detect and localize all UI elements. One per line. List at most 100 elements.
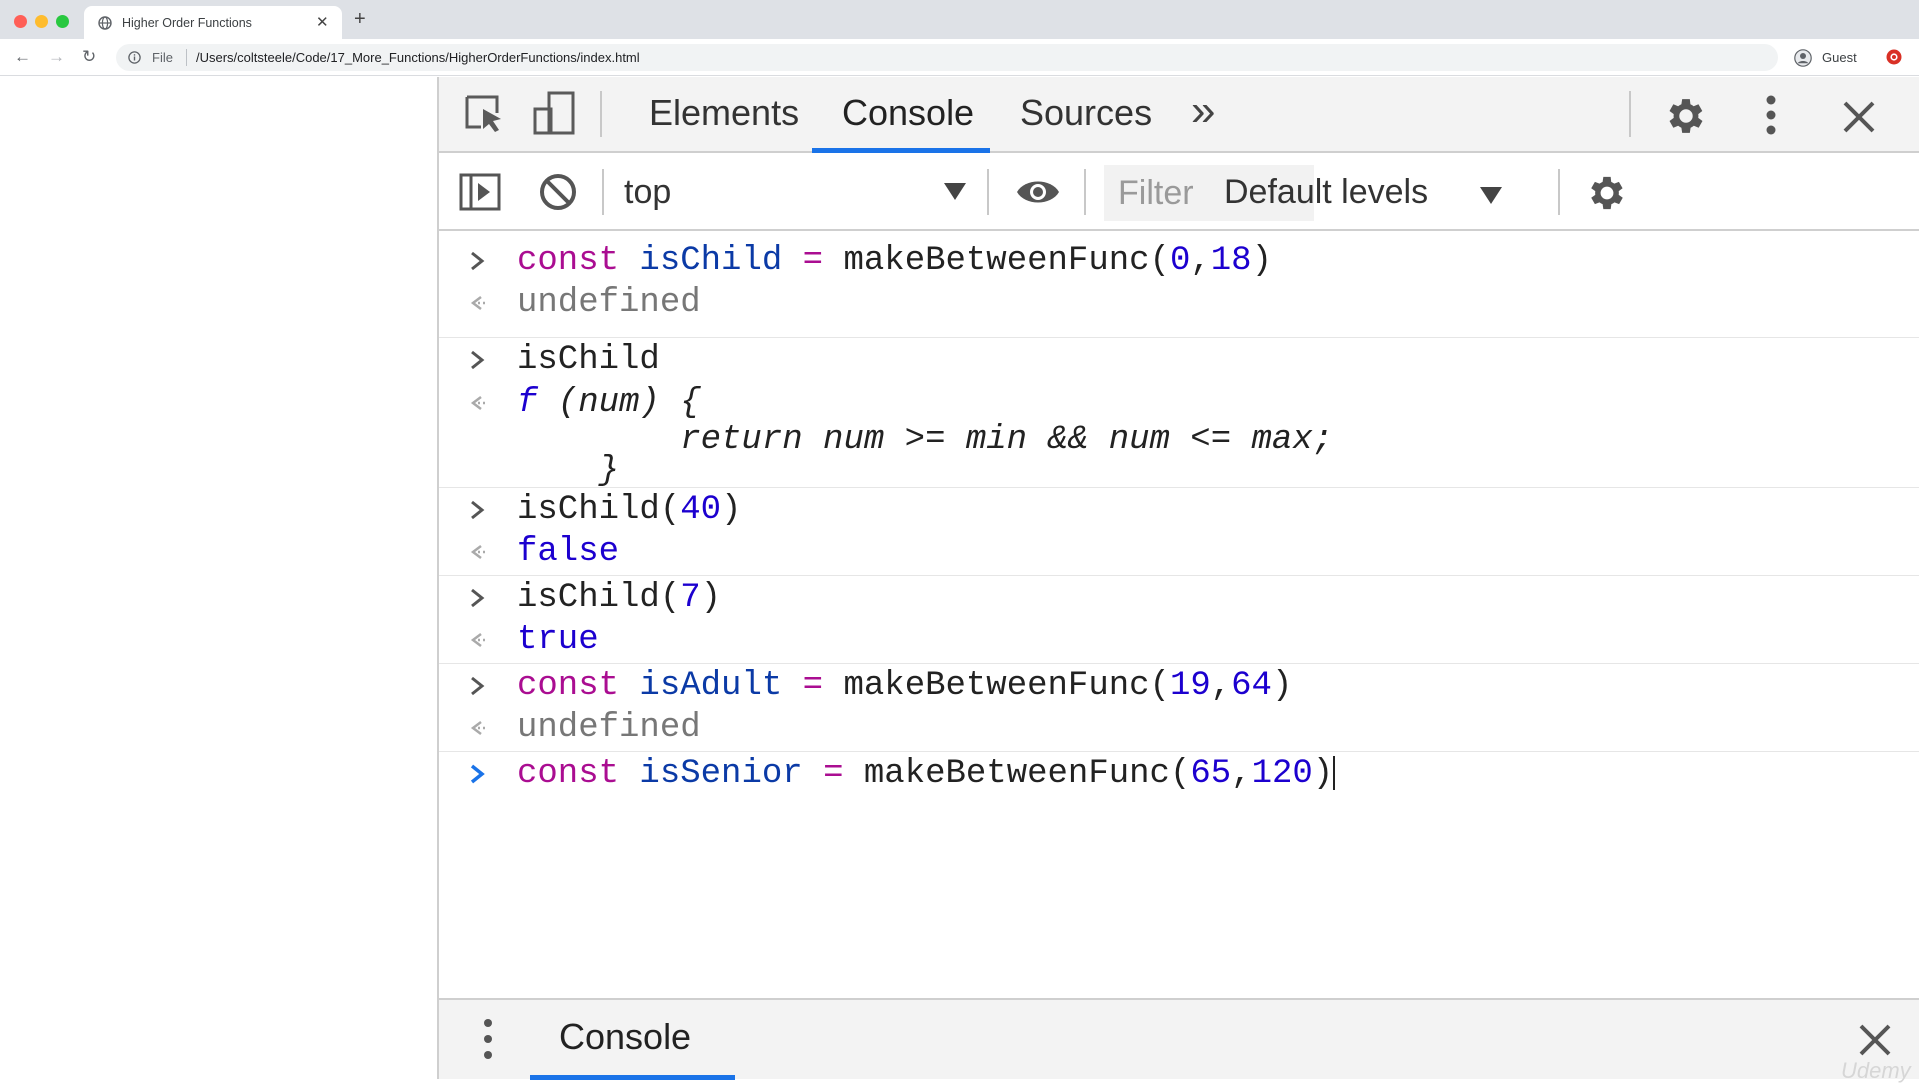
console-toolbar: top Default levels (439, 155, 1919, 231)
input-prompt-icon (471, 251, 485, 271)
code-operator: = (802, 242, 824, 280)
code-variable: isAdult (619, 667, 803, 705)
console-input-line: const isChild = makeBetweenFunc(0,18) (439, 240, 1919, 282)
address-url[interactable]: /Users/coltsteele/Code/17_More_Functions… (196, 50, 640, 65)
tab-sources[interactable]: Sources (1020, 91, 1152, 153)
code-keyword: const (517, 242, 620, 280)
code-punct: , (1210, 667, 1232, 705)
console-input-text: isChild (517, 341, 660, 379)
page-viewport (0, 77, 437, 1079)
code-operator: = (802, 667, 824, 705)
code-call: makeBetweenFunc( (843, 755, 1191, 793)
context-label: top (624, 173, 672, 211)
forward-button[interactable]: → (48, 45, 65, 69)
profile-button[interactable]: Guest (1788, 44, 1872, 71)
close-devtools-icon[interactable] (1841, 99, 1877, 135)
console-input-line: isChild(7) (439, 577, 1919, 619)
console-entry: isChild(40) false (439, 489, 1919, 576)
input-prompt-icon (471, 350, 485, 370)
watermark-text: Udemy (1841, 1058, 1911, 1083)
code-call: isChild( (517, 579, 681, 617)
console-input-line: isChild(40) (439, 489, 1919, 531)
address-scheme-label: File (152, 50, 173, 65)
toolbar-divider (1558, 169, 1560, 215)
extension-icon[interactable] (1886, 49, 1902, 65)
console-output-line: } (439, 450, 1919, 492)
console-output-line: false (439, 531, 1919, 573)
drawer-tab-console[interactable]: Console (559, 1016, 691, 1058)
more-options-icon[interactable] (1765, 95, 1777, 135)
input-prompt-icon (471, 500, 485, 520)
console-messages[interactable]: const isChild = makeBetweenFunc(0,18) un… (439, 233, 1919, 998)
more-tabs-icon[interactable]: » (1191, 89, 1215, 151)
code-punct: ) (700, 579, 722, 617)
code-number: 18 (1210, 242, 1252, 280)
devtools-tabbar: Elements Console Sources » (439, 77, 1919, 153)
person-icon (1794, 49, 1812, 67)
code-punct: ) (1251, 242, 1272, 280)
input-prompt-icon (471, 588, 485, 608)
function-marker: f (517, 384, 538, 422)
toolbar-divider (987, 169, 989, 215)
console-settings-gear-icon[interactable] (1585, 171, 1629, 215)
code-number: 120 (1251, 755, 1313, 793)
code-operator: = (823, 755, 844, 793)
inspect-element-icon[interactable] (463, 93, 505, 135)
function-signature: (num) { (537, 384, 701, 422)
output-arrow-icon (470, 721, 487, 735)
toolbar-divider (602, 169, 604, 215)
chevron-down-icon (944, 183, 966, 200)
info-icon[interactable] (128, 51, 141, 64)
clear-console-icon[interactable] (537, 171, 579, 213)
code-call: isChild( (517, 491, 681, 529)
reload-button[interactable]: ↻ (82, 45, 96, 69)
console-result: undefined (517, 284, 701, 322)
code-punct: , (1231, 755, 1252, 793)
code-punct: ) (1271, 667, 1293, 705)
back-button[interactable]: ← (14, 45, 31, 69)
code-punct: ) (721, 491, 742, 529)
new-tab-button[interactable]: + (354, 9, 366, 29)
console-editor-line[interactable]: const isSenior = makeBetweenFunc(65,120) (439, 753, 1919, 795)
console-result: false (517, 533, 620, 571)
globe-icon (98, 16, 112, 30)
maximize-window-button[interactable] (56, 15, 69, 28)
settings-gear-icon[interactable] (1663, 93, 1709, 139)
device-toolbar-icon[interactable] (531, 91, 577, 137)
drawer-menu-icon[interactable] (483, 1018, 493, 1060)
log-levels-label: Default levels (1224, 173, 1429, 211)
console-input-line: const isAdult = makeBetweenFunc(19,64) (439, 665, 1919, 707)
tab-close-icon[interactable]: ✕ (316, 13, 329, 31)
toggle-sidebar-icon[interactable] (459, 173, 501, 211)
console-output-line: undefined (439, 707, 1919, 749)
address-divider (186, 49, 187, 66)
output-arrow-icon (470, 296, 487, 310)
code-number: 65 (1190, 755, 1232, 793)
execution-context-select[interactable]: top (622, 169, 1032, 217)
function-close: } (517, 452, 620, 490)
code-number: 40 (680, 491, 722, 529)
browser-tab-title: Higher Order Functions (122, 16, 252, 30)
code-punct: , (1190, 242, 1211, 280)
tab-elements[interactable]: Elements (649, 91, 799, 153)
chevron-down-icon (1480, 187, 1502, 204)
close-window-button[interactable] (14, 15, 27, 28)
output-arrow-icon (470, 396, 487, 410)
text-cursor (1333, 756, 1336, 791)
drawer-active-tab-indicator (530, 1075, 735, 1080)
toolbar-divider (1084, 169, 1086, 215)
output-arrow-icon (470, 545, 487, 559)
browser-tab[interactable]: Higher Order Functions ✕ (84, 6, 342, 39)
input-prompt-icon (471, 676, 485, 696)
close-drawer-icon[interactable] (1855, 1020, 1895, 1060)
browser-toolbar: ← → ↻ File /Users/coltsteele/Code/17_Mor… (0, 39, 1919, 76)
live-expression-eye-icon[interactable] (1015, 175, 1061, 209)
minimize-window-button[interactable] (35, 15, 48, 28)
address-bar[interactable]: File /Users/coltsteele/Code/17_More_Func… (116, 44, 1778, 71)
code-number: 0 (1169, 242, 1191, 280)
console-prompt-entry[interactable]: const isSenior = makeBetweenFunc(65,120) (439, 753, 1919, 813)
profile-label: Guest (1822, 50, 1857, 65)
tab-console[interactable]: Console (842, 91, 974, 153)
active-prompt-icon (470, 764, 485, 784)
console-entry: const isAdult = makeBetweenFunc(19,64) u… (439, 665, 1919, 752)
